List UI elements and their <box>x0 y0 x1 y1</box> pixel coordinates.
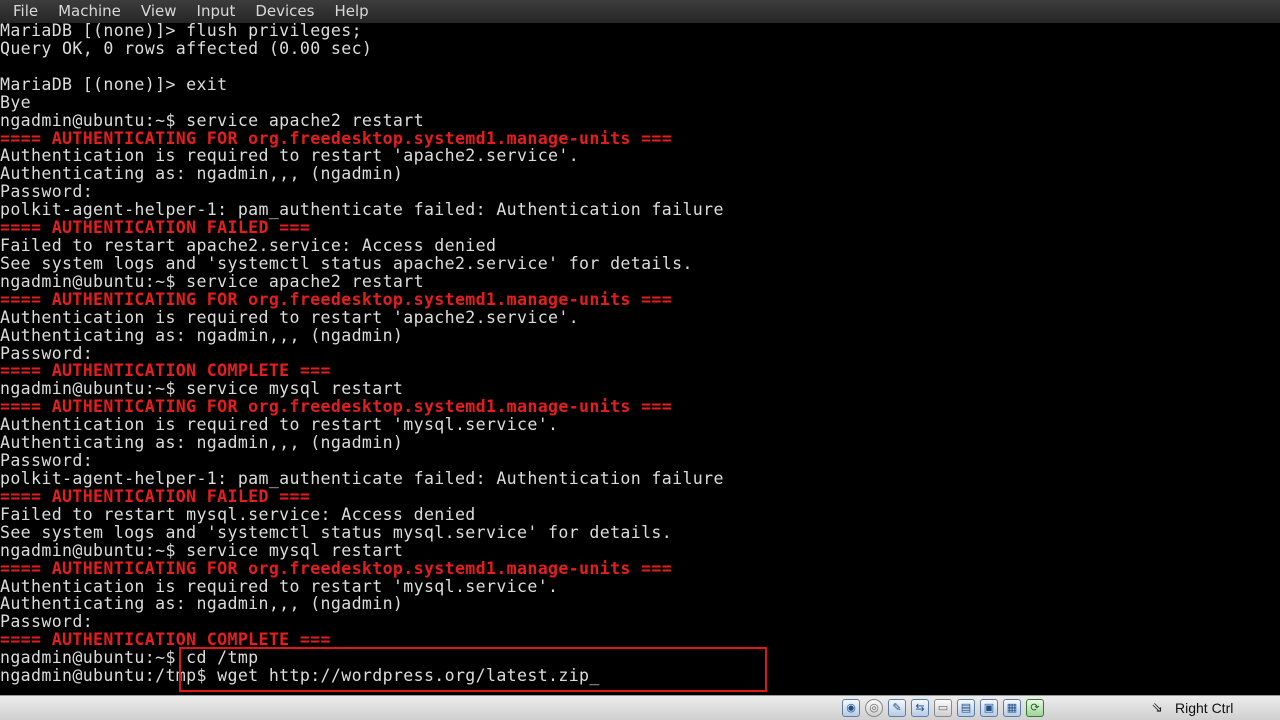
terminal-line: ==== AUTHENTICATION FAILED === <box>0 486 311 506</box>
terminal-line: ngadmin@ubuntu:~$ service apache2 restar… <box>0 271 424 291</box>
terminal-line: MariaDB [(none)]> flush privileges; <box>0 23 362 40</box>
optical-drive-icon[interactable]: ◉ <box>842 699 860 717</box>
terminal-line: Authentication is required to restart 'a… <box>0 146 580 166</box>
mouse-integration-icon[interactable]: ⟳ <box>1026 699 1044 717</box>
menu-machine[interactable]: Machine <box>51 0 134 23</box>
terminal-line: polkit-agent-helper-1: pam_authenticate … <box>0 469 724 488</box>
terminal-line: MariaDB [(none)]> exit <box>0 74 228 94</box>
terminal-line: See system logs and 'systemctl status ap… <box>0 253 693 273</box>
shared-folder-icon[interactable]: ▭ <box>934 699 952 717</box>
terminal-line: ==== AUTHENTICATING FOR org.freedesktop.… <box>0 128 673 148</box>
terminal-line: Failed to restart apache2.service: Acces… <box>0 236 497 256</box>
status-bar: ◉ ◎ ✎ ⇆ ▭ ▤ ▣ ▦ ⟳ ⇘ Right Ctrl <box>0 695 1280 720</box>
terminal-line: ==== AUTHENTICATION FAILED === <box>0 218 311 238</box>
terminal-line: Authentication is required to restart 'm… <box>0 576 559 596</box>
terminal-line: Authenticating as: ngadmin,,, (ngadmin) <box>0 164 404 184</box>
terminal-line: Authentication is required to restart 'a… <box>0 307 580 327</box>
menu-help[interactable]: Help <box>327 0 381 23</box>
terminal-line: Bye <box>0 92 32 112</box>
terminal-line: Password: <box>0 612 94 632</box>
floppy-icon[interactable]: ◎ <box>865 699 883 717</box>
terminal-screen[interactable]: MariaDB [(none)]> flush privileges; Query… <box>0 23 1280 695</box>
usb-icon[interactable]: ⇆ <box>911 699 929 717</box>
terminal-line: ==== AUTHENTICATING FOR org.freedesktop.… <box>0 558 673 578</box>
host-key-label: Right Ctrl <box>1175 700 1234 716</box>
terminal-line: ==== AUTHENTICATION COMPLETE === <box>0 630 331 650</box>
display-icon[interactable]: ▤ <box>957 699 975 717</box>
terminal-line: Authenticating as: ngadmin,,, (ngadmin) <box>0 433 404 453</box>
terminal-line: polkit-agent-helper-1: pam_authenticate … <box>0 200 724 220</box>
terminal-line: See system logs and 'systemctl status my… <box>0 522 673 542</box>
terminal-line: Password: <box>0 451 94 471</box>
terminal-line: Password: <box>0 343 94 363</box>
menu-devices[interactable]: Devices <box>248 0 327 23</box>
terminal-line: ==== AUTHENTICATING FOR org.freedesktop.… <box>0 289 673 309</box>
terminal-cursor: _ <box>589 666 600 686</box>
terminal-line: ngadmin@ubuntu:~$ service mysql restart <box>0 540 404 560</box>
menu-bar: File Machine View Input Devices Help <box>0 0 1280 23</box>
terminal-line: ==== AUTHENTICATION COMPLETE === <box>0 361 331 381</box>
network-icon[interactable]: ✎ <box>888 699 906 717</box>
terminal-line: Query OK, 0 rows affected (0.00 sec) <box>0 38 373 58</box>
host-key-arrow-icon: ⇘ <box>1151 700 1163 716</box>
menu-input[interactable]: Input <box>190 0 249 23</box>
menu-file[interactable]: File <box>6 0 51 23</box>
cpu-icon[interactable]: ▦ <box>1003 699 1021 717</box>
terminal-cursor-line: ngadmin@ubuntu:/tmp$ wget http://wordpre… <box>0 667 600 685</box>
terminal-line: ngadmin@ubuntu:~$ service apache2 restar… <box>0 110 424 130</box>
terminal-line: Authenticating as: ngadmin,,, (ngadmin) <box>0 325 404 345</box>
video-capture-icon[interactable]: ▣ <box>980 699 998 717</box>
terminal-line: ngadmin@ubuntu:~$ service mysql restart <box>0 379 404 399</box>
menu-view[interactable]: View <box>134 0 190 23</box>
terminal-line: Failed to restart mysql.service: Access … <box>0 504 476 524</box>
terminal-line: Authenticating as: ngadmin,,, (ngadmin) <box>0 594 404 614</box>
terminal-line: Password: <box>0 182 94 202</box>
terminal-line: ngadmin@ubuntu:~$ cd /tmp <box>0 648 259 668</box>
terminal-line: Authentication is required to restart 'm… <box>0 415 559 435</box>
terminal-line: ==== AUTHENTICATING FOR org.freedesktop.… <box>0 397 673 417</box>
status-bar-icons: ◉ ◎ ✎ ⇆ ▭ ▤ ▣ ▦ ⟳ <box>842 699 1044 717</box>
